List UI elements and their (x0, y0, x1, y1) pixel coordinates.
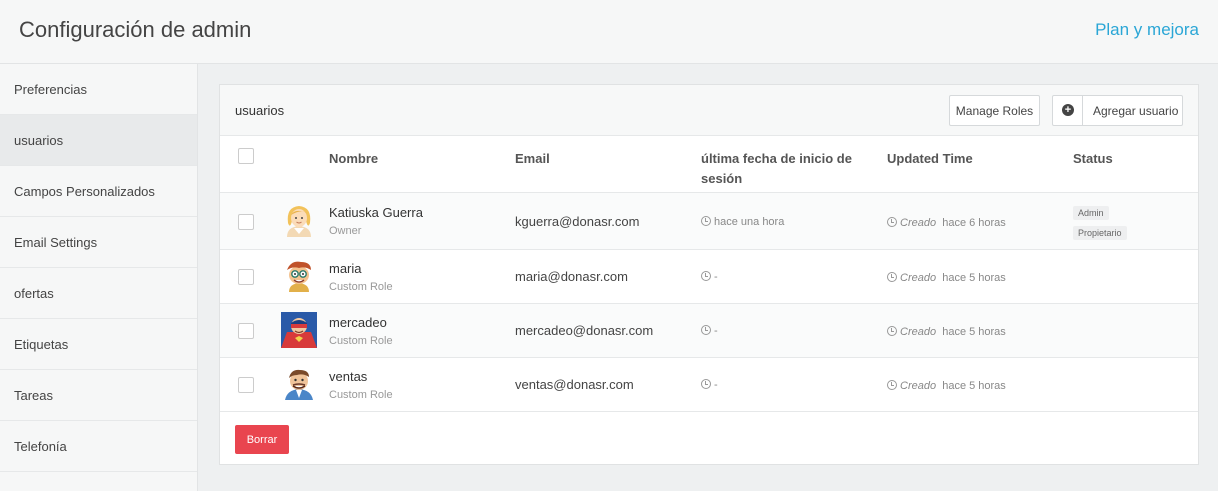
clock-icon (887, 272, 897, 282)
last-login-value: - (714, 325, 718, 337)
last-login-value: hace una hora (714, 216, 785, 228)
last-login: - (701, 325, 718, 337)
clock-icon (887, 326, 897, 336)
clock-icon (701, 379, 711, 389)
page-header: Configuración de admin Plan y mejora (0, 0, 1218, 64)
updated-value: hace 5 horas (942, 380, 1006, 392)
table-header: Nombre Email última fecha de inicio de s… (220, 136, 1198, 193)
table-row[interactable]: ventas Custom Role ventas@donasr.com - C… (220, 358, 1198, 412)
user-role: Custom Role (329, 281, 393, 293)
updated-time: Creado hace 5 horas (887, 326, 1006, 338)
column-header-email[interactable]: Email (515, 149, 550, 169)
clock-icon (701, 325, 711, 335)
sidebar-item-campos-personalizados[interactable]: Campos Personalizados (0, 166, 197, 217)
last-login: - (701, 271, 718, 283)
updated-prefix: Creado (900, 326, 937, 338)
sidebar-item-preferencias[interactable]: Preferencias (0, 64, 197, 115)
updated-prefix: Creado (900, 272, 937, 284)
row-checkbox[interactable] (238, 214, 254, 230)
sidebar-item-tareas[interactable]: Tareas (0, 370, 197, 421)
column-header-last-login[interactable]: última fecha de inicio de sesión (701, 149, 871, 189)
plan-upgrade-link[interactable]: Plan y mejora (1095, 20, 1199, 40)
manage-roles-button[interactable]: Manage Roles (949, 95, 1040, 126)
user-role: Owner (329, 225, 362, 237)
add-icon-box: + (1053, 96, 1083, 125)
table-row[interactable]: Katiuska Guerra Owner kguerra@donasr.com… (220, 193, 1198, 250)
updated-time: Creado hace 5 horas (887, 272, 1006, 284)
last-login-value: - (714, 379, 718, 391)
panel-header: usuarios Manage Roles + Agregar usuario (220, 85, 1198, 136)
updated-time: Creado hace 5 horas (887, 380, 1006, 392)
sidebar-item-telefonia[interactable]: Telefonía (0, 421, 197, 472)
last-login: - (701, 379, 718, 391)
status-badge: Propietario (1073, 226, 1127, 240)
select-all-checkbox[interactable] (238, 148, 254, 164)
cartoon-businessman-avatar-icon (285, 369, 313, 400)
updated-value: hace 6 horas (942, 217, 1006, 229)
row-checkbox[interactable] (238, 323, 254, 339)
user-role: Custom Role (329, 389, 393, 401)
row-checkbox[interactable] (238, 377, 254, 393)
plus-circle-icon: + (1062, 104, 1074, 116)
woman-avatar-icon (287, 206, 311, 237)
updated-value: hace 5 horas (942, 326, 1006, 338)
superhero-avatar-icon (281, 312, 317, 348)
row-checkbox[interactable] (238, 269, 254, 285)
column-header-updated[interactable]: Updated Time (887, 149, 973, 169)
user-name[interactable]: ventas (329, 369, 367, 384)
status-badge: Admin (1073, 206, 1109, 220)
sidebar-item-ofertas[interactable]: ofertas (0, 268, 197, 319)
settings-sidebar: Preferencias usuarios Campos Personaliza… (0, 64, 198, 491)
clock-icon (701, 216, 711, 226)
user-role: Custom Role (329, 335, 393, 347)
user-name[interactable]: mercadeo (329, 315, 387, 330)
clock-icon (887, 217, 897, 227)
users-panel: usuarios Manage Roles + Agregar usuario … (219, 84, 1199, 465)
updated-time: Creado hace 6 horas (887, 217, 1006, 229)
last-login: hace una hora (701, 216, 784, 228)
user-email: kguerra@donasr.com (515, 214, 640, 229)
clock-icon (701, 271, 711, 281)
sidebar-item-usuarios[interactable]: usuarios (0, 115, 197, 166)
column-header-name[interactable]: Nombre (329, 149, 378, 169)
updated-prefix: Creado (900, 217, 937, 229)
user-name[interactable]: maria (329, 261, 362, 276)
panel-title: usuarios (235, 103, 285, 118)
user-email: ventas@donasr.com (515, 377, 634, 392)
add-user-button[interactable]: + Agregar usuario (1052, 95, 1183, 126)
updated-prefix: Creado (900, 380, 937, 392)
column-header-status[interactable]: Status (1073, 149, 1113, 169)
updated-value: hace 5 horas (942, 272, 1006, 284)
clock-icon (887, 380, 897, 390)
page-title: Configuración de admin (19, 17, 252, 42)
user-email: mercadeo@donasr.com (515, 323, 654, 338)
user-name[interactable]: Katiuska Guerra (329, 205, 423, 220)
sidebar-item-etiquetas[interactable]: Etiquetas (0, 319, 197, 370)
user-email: maria@donasr.com (515, 269, 628, 284)
add-user-label: Agregar usuario (1093, 104, 1179, 118)
sidebar-item-email-settings[interactable]: Email Settings (0, 217, 197, 268)
last-login-value: - (714, 271, 718, 283)
table-row[interactable]: mercadeo Custom Role mercadeo@donasr.com… (220, 304, 1198, 358)
cartoon-boy-glasses-avatar-icon (287, 261, 311, 292)
delete-button[interactable]: Borrar (235, 425, 289, 454)
table-row[interactable]: maria Custom Role maria@donasr.com - Cre… (220, 250, 1198, 304)
